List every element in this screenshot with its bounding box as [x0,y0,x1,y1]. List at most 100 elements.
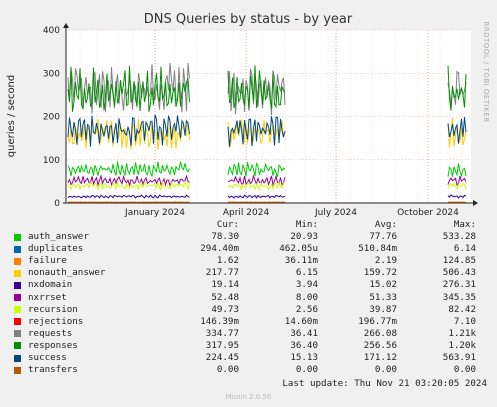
legend-cur: 146.39m [200,315,239,327]
x-tick-label: April 2024 [223,208,270,218]
legend-header: Cur: Min: Avg: Max: [10,219,490,231]
legend-cur: 0.00 [216,364,239,376]
legend-min: 20.93 [290,231,318,243]
legend-avg: 0.00 [374,364,397,376]
legend-min: 8.00 [295,291,318,303]
legend: Cur: Min: Avg: Max: auth_answer 78.30 20.9… [10,219,490,376]
chart-title: DNS Queries by status - by year [144,12,353,27]
legend-max: 563.91 [442,352,476,364]
y-tick-label: 100 [43,156,60,166]
legend-row-transfers: transfers 0.00 0.00 0.00 0.00 [10,364,490,376]
legend-avg: 39.87 [369,303,397,315]
legend-row-duplicates: duplicates 294.40m 462.05u 510.84m 6.14 [10,243,490,255]
legend-cur: 19.14 [211,279,239,291]
legend-avg: 196.77m [358,315,397,327]
legend-min: 36.11m [284,255,318,267]
legend-swatch [14,245,21,253]
legend-min: 6.15 [295,267,318,279]
legend-row-requests: requests 334.77 36.41 266.08 1.21k [10,328,490,340]
legend-max: 82.42 [448,303,476,315]
legend-swatch [14,330,21,338]
legend-name: duplicates [28,243,84,255]
legend-max: 0.00 [453,364,476,376]
legend-cur: 52.48 [211,291,239,303]
y-axis-arrow [63,23,69,28]
legend-avg: 77.76 [369,231,397,243]
legend-swatch [14,294,21,302]
legend-row-nxrrset: nxrrset 52.48 8.00 51.33 345.35 [10,292,490,304]
legend-max: 1.21k [448,327,476,339]
legend-avg: 171.12 [363,352,397,364]
y-tick-label: 0 [54,199,60,209]
legend-avg: 256.56 [363,339,397,351]
legend-name: rejections [28,315,84,327]
legend-avg: 51.33 [369,291,397,303]
series-line-failure [67,201,190,203]
legend-swatch [14,282,21,290]
legend-avg: 266.08 [363,327,397,339]
legend-min: 15.13 [290,352,318,364]
x-tick-label: July 2024 [314,208,357,218]
legend-min: 36.40 [290,339,318,351]
legend-row-success: success 224.45 15.13 171.12 563.91 [10,352,490,364]
legend-swatch [14,306,21,314]
legend-min: 2.56 [295,303,318,315]
legend-name: failure [28,255,67,267]
legend-max: 6.14 [453,243,476,255]
legend-max: 7.10 [453,315,476,327]
legend-swatch [14,366,21,374]
legend-swatch [14,342,21,350]
legend-cur: 78.30 [211,231,239,243]
legend-min: 14.60m [284,315,318,327]
last-update: Last update: Thu Nov 21 03:20:05 2024 [282,378,487,389]
x-tick-label: October 2024 [397,208,459,218]
col-cur: Cur: [216,219,239,230]
legend-max: 506.43 [442,267,476,279]
legend-row-responses: responses 317.95 36.40 256.56 1.20k [10,340,490,352]
legend-name: nxdomain [28,279,73,291]
legend-cur: 334.77 [205,327,239,339]
legend-name: recursion [28,303,78,315]
legend-max: 276.31 [442,279,476,291]
legend-row-nxdomain: nxdomain 19.14 3.94 15.02 276.31 [10,279,490,291]
legend-row-nonauth_answer: nonauth_answer 217.77 6.15 159.72 506.43 [10,267,490,279]
col-avg: Avg: [374,219,397,230]
legend-min: 36.41 [290,327,318,339]
legend-max: 1.20k [448,339,476,351]
legend-row-recursion: recursion 49.73 2.56 39.87 82.42 [10,304,490,316]
legend-swatch [14,269,21,277]
x-tick-label: January 2024 [124,208,185,218]
legend-cur: 294.40m [200,243,239,255]
legend-row-auth_answer: auth_answer 78.30 20.93 77.76 533.28 [10,231,490,243]
col-max: Max: [453,219,476,230]
legend-avg: 510.84m [358,243,397,255]
legend-max: 124.85 [442,255,476,267]
legend-name: responses [28,339,78,351]
legend-name: success [28,352,67,364]
legend-swatch [14,318,21,326]
munin-version: Munin 2.0.56 [225,393,272,401]
legend-min: 3.94 [295,279,318,291]
legend-cur: 1.62 [216,255,239,267]
y-tick-label: 200 [43,113,60,123]
legend-min: 462.05u [279,243,318,255]
legend-avg: 159.72 [363,267,397,279]
y-tick-label: 400 [43,26,60,36]
legend-swatch [14,233,21,241]
legend-name: nonauth_answer [28,267,106,279]
col-min: Min: [295,219,318,230]
legend-cur: 224.45 [205,352,239,364]
legend-swatch [14,354,21,362]
legend-row-rejections: rejections 146.39m 14.60m 196.77m 7.10 [10,316,490,328]
y-axis-label: queries / second [6,75,17,157]
legend-name: nxrrset [28,291,67,303]
legend-name: transfers [28,364,78,376]
legend-avg: 15.02 [369,279,397,291]
legend-min: 0.00 [295,364,318,376]
legend-name: requests [28,327,73,339]
legend-max: 533.28 [442,231,476,243]
legend-swatch [14,257,21,265]
legend-cur: 49.73 [211,303,239,315]
legend-row-failure: failure 1.62 36.11m 2.19 124.85 [10,255,490,267]
rrdtool-credit: RRDTOOL / TOBI OETIKER [482,21,490,122]
